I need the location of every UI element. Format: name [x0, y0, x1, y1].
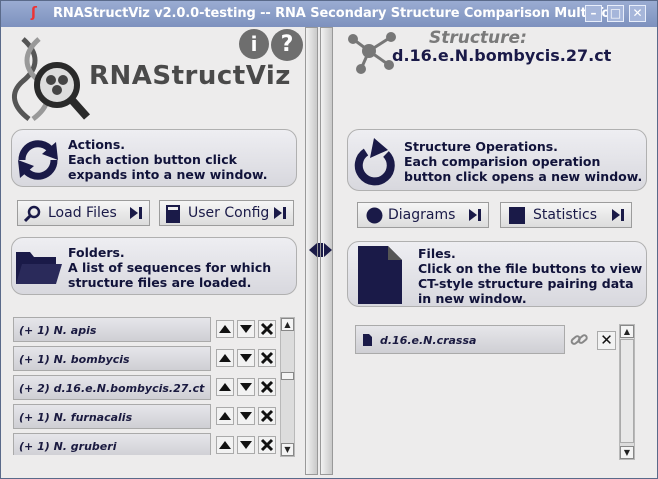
diagrams-button[interactable]: Diagrams — [357, 202, 489, 228]
files-panel: Files. Click on the file buttons to view… — [347, 241, 647, 307]
actions-line-1: Each action button click — [68, 152, 237, 167]
collapse-arrows-icon[interactable] — [308, 243, 332, 257]
help-icon[interactable]: ? — [271, 29, 303, 61]
actions-panel: Actions. Each action button click expand… — [11, 129, 297, 187]
folder-row[interactable]: (+ 1) N. furnacalis — [13, 404, 211, 429]
folder-label: (+ 1) N. apis — [19, 324, 97, 337]
scroll-track[interactable] — [620, 339, 634, 443]
folders-heading: Folders. — [68, 245, 125, 260]
files-line-1: Click on the file buttons to view — [418, 261, 643, 276]
skip-end-icon — [130, 207, 142, 219]
files-line-2: CT-style structure pairing data — [418, 276, 634, 291]
folder-label: (+ 1) N. gruberi — [19, 440, 117, 453]
load-files-button[interactable]: Load Files — [17, 200, 150, 226]
skip-end-icon — [469, 209, 481, 221]
square-icon — [509, 207, 525, 224]
actions-heading: Actions. — [68, 137, 126, 152]
scroll-thumb[interactable] — [281, 372, 294, 380]
scroll-up-button[interactable]: ▲ — [620, 325, 634, 338]
folder-row[interactable]: (+ 1) N. gruberi — [13, 433, 211, 455]
folders-line-2: structure files are loaded. — [68, 275, 252, 290]
info-icon[interactable]: i — [239, 29, 269, 59]
statistics-label: Statistics — [533, 207, 597, 223]
minimize-button[interactable]: – — [585, 5, 602, 22]
diagrams-label: Diagrams — [388, 207, 456, 223]
remove-folder-button[interactable] — [258, 349, 276, 367]
folder-icon — [16, 252, 62, 284]
remove-folder-button[interactable] — [258, 320, 276, 338]
scroll-down-button[interactable]: ▼ — [281, 443, 294, 456]
folder-row[interactable]: (+ 1) N. bombycis — [13, 346, 211, 371]
pane-divider[interactable] — [305, 27, 335, 475]
move-down-button[interactable] — [237, 320, 255, 338]
operations-line-2: button click opens a new window. — [404, 169, 643, 184]
skip-end-icon — [274, 207, 286, 219]
move-down-button[interactable] — [237, 407, 255, 425]
app-icon[interactable]: ʃ — [31, 5, 47, 21]
statistics-button[interactable]: Statistics — [500, 202, 632, 228]
folders-line-1: A list of sequences for which — [68, 260, 272, 275]
magnifier-icon — [24, 205, 41, 223]
structure-molecule-icon — [348, 32, 396, 74]
redo-icon — [354, 138, 395, 186]
skip-end-icon — [612, 209, 624, 221]
file-label: d.16.e.N.crassa — [380, 334, 477, 347]
folder-label: (+ 2) d.16.e.N.bombycis.27.ct — [19, 382, 205, 395]
move-up-button[interactable] — [216, 407, 234, 425]
right-pane: Structure: d.16.e.N.bombycis.27.ct Struc… — [335, 27, 657, 475]
file-small-icon — [363, 334, 372, 346]
title-bar[interactable]: ʃ RNAStructViz v2.0.0-testing -- RNA Sec… — [1, 1, 657, 27]
remove-file-button[interactable]: ✕ — [597, 331, 616, 350]
scroll-up-button[interactable]: ▲ — [281, 318, 294, 331]
config-icon — [166, 205, 180, 223]
move-down-button[interactable] — [237, 349, 255, 367]
move-up-button[interactable] — [216, 378, 234, 396]
structure-label: Structure: — [429, 28, 527, 48]
remove-folder-button[interactable] — [258, 436, 276, 454]
maximize-button[interactable]: □ — [607, 5, 624, 22]
folder-list-scrollbar[interactable]: ▲ ▼ — [280, 317, 295, 457]
main-window: ʃ RNAStructViz v2.0.0-testing -- RNA Sec… — [0, 0, 658, 479]
actions-line-2: expands into a new window. — [68, 167, 268, 182]
user-config-button[interactable]: User Config — [159, 200, 294, 226]
operations-line-1: Each comparision operation — [404, 154, 601, 169]
link-icon[interactable] — [570, 332, 588, 348]
move-up-button[interactable] — [216, 349, 234, 367]
file-icon — [358, 246, 402, 304]
folder-label: (+ 1) N. furnacalis — [19, 411, 133, 424]
logo-image — [12, 37, 90, 121]
refresh-icon — [18, 140, 58, 180]
user-config-label: User Config — [188, 205, 270, 221]
load-files-label: Load Files — [48, 205, 117, 221]
files-heading: Files. — [418, 246, 456, 261]
move-down-button[interactable] — [237, 436, 255, 454]
folder-label: (+ 1) N. bombycis — [19, 353, 130, 366]
operations-heading: Structure Operations. — [404, 139, 558, 154]
folder-row[interactable]: (+ 1) N. apis — [13, 317, 211, 342]
logo-text: RNAStructViz — [89, 61, 291, 91]
remove-folder-button[interactable] — [258, 378, 276, 396]
window-title: RNAStructViz v2.0.0-testing -- RNA Secon… — [53, 6, 624, 21]
scroll-down-button[interactable]: ▼ — [620, 446, 634, 459]
file-row[interactable]: d.16.e.N.crassa — [355, 325, 565, 354]
close-button[interactable]: ✕ — [629, 5, 646, 22]
operations-panel: Structure Operations. Each comparision o… — [347, 129, 647, 191]
file-list-scrollbar[interactable]: ▲ ▼ — [619, 324, 635, 460]
folders-panel: Folders. A list of sequences for which s… — [11, 237, 297, 295]
files-line-3: in new window. — [418, 291, 527, 306]
remove-folder-button[interactable] — [258, 407, 276, 425]
move-up-button[interactable] — [216, 436, 234, 454]
left-pane: RNAStructViz i ? Actions. Each action bu… — [1, 27, 305, 475]
structure-name: d.16.e.N.bombycis.27.ct — [392, 46, 612, 65]
folder-row[interactable]: (+ 2) d.16.e.N.bombycis.27.ct — [13, 375, 211, 400]
circle-icon — [366, 207, 383, 224]
folder-list: (+ 1) N. apis (+ 1) N. bombycis (+ 2) d.… — [11, 315, 299, 455]
move-down-button[interactable] — [237, 378, 255, 396]
move-up-button[interactable] — [216, 320, 234, 338]
